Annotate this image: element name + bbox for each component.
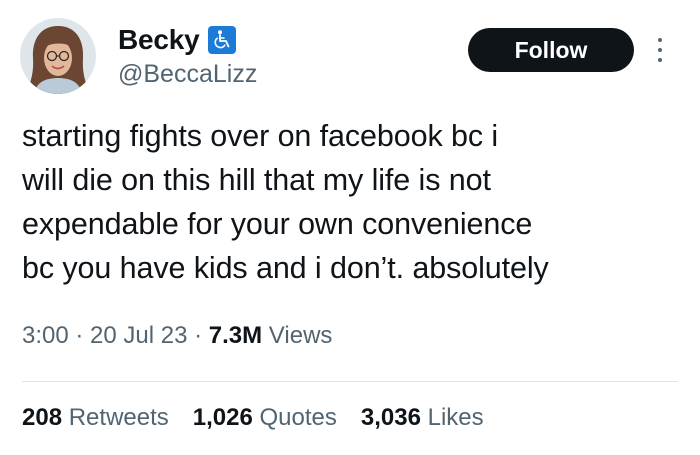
- avatar-image: [20, 18, 96, 94]
- name-row: Becky: [118, 22, 236, 58]
- retweets-stat[interactable]: 208 Retweets: [22, 404, 169, 432]
- dot: [658, 38, 662, 42]
- dot: [658, 48, 662, 52]
- tweet-time[interactable]: 3:00: [22, 322, 69, 349]
- quotes-count: 1,026: [192, 404, 253, 431]
- dot: [658, 58, 662, 62]
- likes-label: Likes: [420, 404, 484, 431]
- display-name[interactable]: Becky: [118, 24, 200, 56]
- divider: [22, 381, 678, 382]
- user-handle[interactable]: @BeccaLizz: [118, 60, 257, 89]
- meta-separator: ·: [187, 322, 209, 349]
- retweets-count: 208: [22, 404, 63, 431]
- tweet-card: Becky @BeccaLizz Follow starting fights …: [0, 0, 700, 455]
- views-label: Views: [262, 322, 333, 349]
- retweets-label: Retweets: [62, 404, 169, 431]
- tweet-text: starting fights over on facebook bc i wi…: [22, 119, 549, 285]
- tweet-date[interactable]: 20 Jul 23: [90, 322, 187, 349]
- likes-stat[interactable]: 3,036 Likes: [361, 404, 484, 432]
- avatar[interactable]: [20, 18, 96, 94]
- quotes-label: Quotes: [252, 404, 337, 431]
- tweet-meta: 3:00 · 20 Jul 23 · 7.3M Views: [22, 322, 332, 350]
- views-count: 7.3M: [208, 322, 263, 349]
- meta-separator: ·: [68, 322, 91, 349]
- follow-button[interactable]: Follow: [468, 28, 634, 72]
- more-options-icon[interactable]: [652, 34, 668, 66]
- wheelchair-icon: [207, 26, 236, 54]
- likes-count: 3,036: [360, 404, 421, 431]
- tweet-stats: 208 Retweets 1,026 Quotes 3,036 Likes: [22, 404, 508, 432]
- quotes-stat[interactable]: 1,026 Quotes: [193, 404, 337, 432]
